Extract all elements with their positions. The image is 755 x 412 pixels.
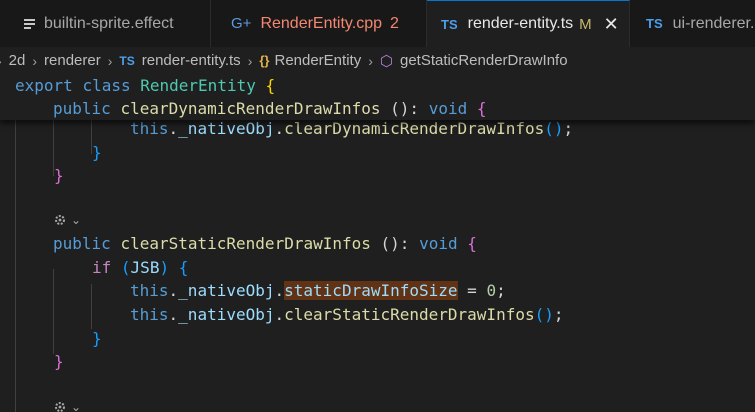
breadcrumb-item-class[interactable]: {} RenderEntity	[259, 52, 361, 69]
chevron-right-icon: ›	[32, 52, 38, 69]
code-line: this._nativeObj.clearStaticRenderDrawInf…	[130, 305, 564, 324]
code-line: }	[92, 329, 102, 348]
problems-badge: 2	[389, 14, 399, 32]
code-line: public clearStaticRenderDrawInfos (): vo…	[53, 234, 477, 253]
chevron-right-icon: ›	[0, 53, 2, 69]
indent-guide	[53, 269, 54, 354]
tab-label: RenderEntity.cpp	[260, 14, 382, 32]
breadcrumb-item-2d[interactable]: 2d	[9, 52, 26, 69]
code-line: }	[54, 166, 64, 185]
tab-ui-renderer[interactable]: TS ui-renderer.	[630, 0, 755, 47]
tab-label: ui-renderer.	[672, 14, 755, 32]
code-line: }	[92, 143, 102, 162]
typescript-icon: TS	[441, 16, 458, 32]
word-highlight: staticDrawInfoSize	[284, 281, 458, 300]
tab-label: builtin-sprite.effect	[44, 14, 174, 32]
sticky-scroll-header[interactable]: export class RenderEntity { public clear…	[0, 74, 755, 120]
typescript-icon: TS	[646, 16, 663, 31]
codelens-marker[interactable]: ⌄	[53, 210, 81, 230]
editor-tab-bar: builtin-sprite.effect G+ RenderEntity.cp…	[0, 0, 755, 47]
codelens-marker[interactable]: ⌄	[53, 397, 81, 412]
method-symbol-icon: ⬡	[379, 52, 393, 70]
code-line: this._nativeObj.clearDynamicRenderDrawIn…	[130, 119, 574, 138]
code-editor[interactable]: export class RenderEntity { public clear…	[0, 74, 755, 412]
breadcrumb-item-method[interactable]: ⬡ getStaticRenderDrawInfo	[380, 52, 568, 70]
breadcrumb-item-file[interactable]: TS render-entity.ts	[119, 52, 240, 69]
typescript-icon: TS	[119, 53, 135, 68]
tab-renderentity-cpp[interactable]: G+ RenderEntity.cpp 2	[211, 0, 427, 47]
chevron-right-icon: ›	[368, 52, 373, 69]
lines-icon	[24, 18, 35, 29]
code-line: }	[54, 352, 64, 371]
code-line: public clearDynamicRenderDrawInfos (): v…	[53, 99, 487, 118]
code-line: if (JSB) {	[92, 258, 189, 277]
chevron-down-icon: ⌄	[71, 400, 82, 412]
chevron-right-icon: ›	[247, 52, 253, 69]
code-line: this._nativeObj.staticDrawInfoSize = 0;	[130, 281, 506, 300]
tab-label: render-entity.ts	[467, 15, 574, 32]
tab-render-entity-ts[interactable]: TS render-entity.ts M ✕	[427, 0, 630, 47]
indent-guide	[91, 284, 92, 329]
close-icon[interactable]: ✕	[604, 14, 619, 35]
chevron-down-icon: ⌄	[71, 213, 82, 227]
code-line: export class RenderEntity {	[15, 76, 276, 95]
cpp-file-icon: G+	[231, 15, 252, 32]
indent-guide	[15, 114, 16, 412]
tab-builtin-sprite-effect[interactable]: builtin-sprite.effect	[0, 0, 211, 47]
class-symbol-icon: {}	[259, 53, 270, 68]
breadcrumb-item-renderer[interactable]: renderer	[44, 52, 101, 69]
gear-icon	[55, 402, 65, 412]
breadcrumb: › 2d › renderer › TS render-entity.ts › …	[0, 47, 755, 74]
modified-badge: M	[579, 15, 592, 33]
gear-icon	[55, 215, 65, 225]
chevron-right-icon: ›	[107, 52, 113, 69]
